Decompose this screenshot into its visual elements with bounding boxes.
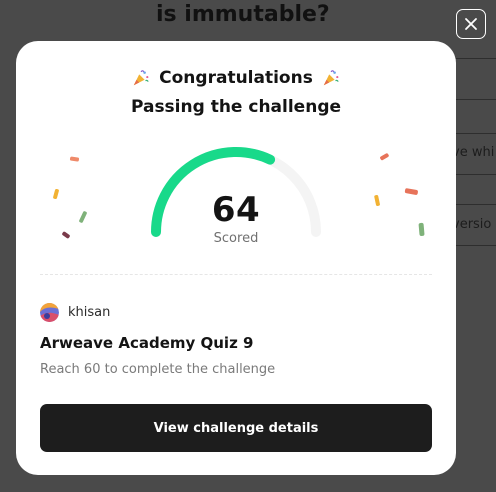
confetti-piece (380, 153, 389, 161)
party-popper-icon (323, 70, 339, 86)
view-challenge-details-button[interactable]: View challenge details (40, 404, 432, 452)
quiz-title: Arweave Academy Quiz 9 (40, 334, 254, 352)
close-button[interactable] (456, 9, 486, 39)
congrats-title: Congratulations (159, 68, 313, 88)
challenge-result-modal: Congratulations Passing the challenge 64… (16, 41, 456, 475)
confetti-piece (418, 222, 425, 236)
congrats-heading: Congratulations (16, 68, 456, 88)
avatar (40, 303, 59, 322)
challenge-subtitle: Passing the challenge (130, 97, 342, 117)
confetti-piece (62, 231, 70, 239)
close-icon (465, 18, 477, 30)
confetti-piece (79, 211, 87, 223)
confetti-piece (404, 188, 418, 195)
confetti-piece (69, 156, 80, 162)
view-challenge-details-label: View challenge details (153, 420, 319, 436)
confetti-piece (374, 194, 380, 207)
background-option-2-text: ve whi (452, 145, 495, 160)
section-divider (40, 274, 432, 275)
background-option-3-text: versio (452, 217, 492, 232)
quiz-description: Reach 60 to complete the challenge (40, 362, 276, 377)
score-label: Scored (213, 231, 259, 246)
background-question-title: is immutable? (156, 2, 330, 27)
score-value: 64 (211, 190, 261, 230)
challenge-author[interactable]: khisan (40, 303, 110, 322)
author-name: khisan (68, 305, 111, 320)
confetti-piece (53, 188, 59, 200)
party-popper-icon (133, 70, 149, 86)
